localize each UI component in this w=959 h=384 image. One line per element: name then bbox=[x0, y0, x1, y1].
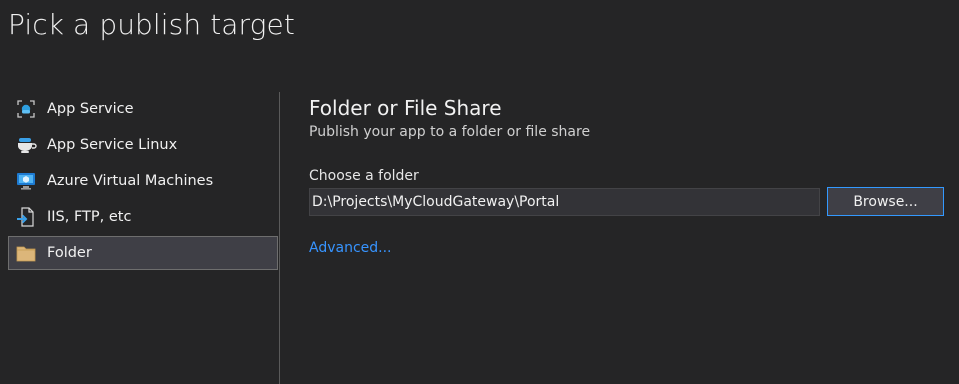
folder-path-input[interactable] bbox=[309, 187, 820, 216]
panel-divider bbox=[279, 92, 280, 384]
detail-subtitle: Publish your app to a folder or file sha… bbox=[309, 124, 591, 140]
sidebar-item-label: Folder bbox=[47, 245, 92, 261]
folder-field-row: Browse... bbox=[309, 187, 949, 216]
iis-ftp-icon bbox=[15, 206, 37, 228]
sidebar-item-app-service[interactable]: App Service bbox=[8, 92, 278, 126]
sidebar-item-label: App Service Linux bbox=[47, 137, 178, 153]
app-service-linux-icon bbox=[15, 134, 37, 156]
sidebar-item-label: App Service bbox=[47, 101, 134, 117]
app-service-icon bbox=[15, 98, 37, 120]
sidebar-item-azure-virtual-machines[interactable]: Azure Virtual Machines bbox=[8, 164, 278, 198]
publish-target-list: App Service App Service Linux Azure Virt… bbox=[8, 92, 278, 272]
sidebar-item-folder[interactable]: Folder bbox=[8, 236, 278, 270]
virtual-machine-icon bbox=[15, 170, 37, 192]
publish-dialog: Pick a publish target App Service App Se… bbox=[0, 0, 959, 384]
browse-button[interactable]: Browse... bbox=[827, 187, 944, 216]
detail-title: Folder or File Share bbox=[309, 96, 502, 120]
sidebar-item-label: IIS, FTP, etc bbox=[47, 209, 132, 225]
sidebar-item-iis-ftp[interactable]: IIS, FTP, etc bbox=[8, 200, 278, 234]
folder-icon bbox=[15, 242, 37, 264]
advanced-link[interactable]: Advanced... bbox=[309, 240, 392, 256]
sidebar-item-label: Azure Virtual Machines bbox=[47, 173, 214, 189]
target-details-panel: Folder or File Share Publish your app to… bbox=[309, 94, 949, 256]
page-title: Pick a publish target bbox=[8, 8, 295, 41]
folder-field-label: Choose a folder bbox=[309, 168, 419, 184]
sidebar-item-app-service-linux[interactable]: App Service Linux bbox=[8, 128, 278, 162]
